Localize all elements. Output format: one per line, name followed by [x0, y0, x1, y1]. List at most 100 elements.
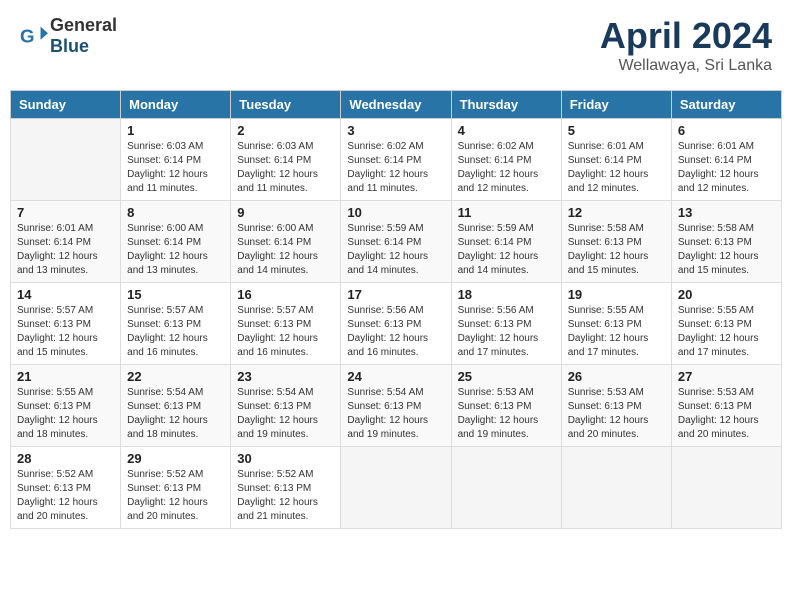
day-info: Sunrise: 6:01 AM Sunset: 6:14 PM Dayligh…: [17, 222, 114, 278]
logo: G General Blue: [20, 15, 117, 57]
calendar-cell: [11, 119, 121, 201]
day-info: Sunrise: 6:02 AM Sunset: 6:14 PM Dayligh…: [347, 140, 444, 196]
calendar-cell: 17Sunrise: 5:56 AM Sunset: 6:13 PM Dayli…: [341, 283, 451, 365]
day-number: 6: [678, 123, 775, 138]
day-number: 22: [127, 369, 224, 384]
calendar-header-thursday: Thursday: [451, 91, 561, 119]
calendar-week-2: 7 Sunrise: 6:01 AM Sunset: 6:14 PM Daylig…: [11, 201, 782, 283]
calendar-header-monday: Monday: [121, 91, 231, 119]
calendar-cell: 19 Sunrise: 5:55 AM Sunset: 6:13 PM Dayli…: [561, 283, 671, 365]
day-number: 27: [678, 369, 775, 384]
day-info: Sunrise: 5:56 AM Sunset: 6:13 PM Dayligh…: [347, 304, 444, 360]
day-info: Sunrise: 5:55 AM Sunset: 6:13 PM Dayligh…: [568, 304, 665, 360]
day-number: 24: [347, 369, 444, 384]
calendar-header-tuesday: Tuesday: [231, 91, 341, 119]
day-number: 1: [127, 123, 224, 138]
day-number: 10: [347, 205, 444, 220]
day-number: 18: [458, 287, 555, 302]
calendar-cell: 9 Sunrise: 6:00 AM Sunset: 6:14 PM Daylig…: [231, 201, 341, 283]
calendar-cell: 7 Sunrise: 6:01 AM Sunset: 6:14 PM Daylig…: [11, 201, 121, 283]
day-info: Sunrise: 6:03 AM Sunset: 6:14 PM Dayligh…: [127, 140, 224, 196]
day-number: 13: [678, 205, 775, 220]
day-info: Sunrise: 5:54 AM Sunset: 6:13 PM Dayligh…: [237, 386, 334, 442]
day-number: 30: [237, 451, 334, 466]
calendar-table: SundayMondayTuesdayWednesdayThursdayFrid…: [10, 90, 782, 529]
calendar-cell: 1 Sunrise: 6:03 AM Sunset: 6:14 PM Daylig…: [121, 119, 231, 201]
calendar-cell: 28 Sunrise: 5:52 AM Sunset: 6:13 PM Dayli…: [11, 447, 121, 529]
day-info: Sunrise: 5:59 AM Sunset: 6:14 PM Dayligh…: [347, 222, 444, 278]
calendar-cell: 20 Sunrise: 5:55 AM Sunset: 6:13 PM Dayli…: [671, 283, 781, 365]
day-info: Sunrise: 5:53 AM Sunset: 6:13 PM Dayligh…: [568, 386, 665, 442]
day-number: 21: [17, 369, 114, 384]
day-number: 26: [568, 369, 665, 384]
calendar-cell: 22Sunrise: 5:54 AM Sunset: 6:13 PM Dayli…: [121, 365, 231, 447]
calendar-week-4: 21 Sunrise: 5:55 AM Sunset: 6:13 PM Dayli…: [11, 365, 782, 447]
calendar-week-5: 28 Sunrise: 5:52 AM Sunset: 6:13 PM Dayli…: [11, 447, 782, 529]
day-number: 19: [568, 287, 665, 302]
day-number: 8: [127, 205, 224, 220]
day-info: Sunrise: 5:55 AM Sunset: 6:13 PM Dayligh…: [17, 386, 114, 442]
calendar-cell: 4 Sunrise: 6:02 AM Sunset: 6:14 PM Daylig…: [451, 119, 561, 201]
day-info: Sunrise: 5:53 AM Sunset: 6:13 PM Dayligh…: [458, 386, 555, 442]
day-info: Sunrise: 6:02 AM Sunset: 6:14 PM Dayligh…: [458, 140, 555, 196]
day-info: Sunrise: 5:52 AM Sunset: 6:13 PM Dayligh…: [237, 468, 334, 524]
calendar-cell: [671, 447, 781, 529]
day-number: 15: [127, 287, 224, 302]
day-info: Sunrise: 5:57 AM Sunset: 6:13 PM Dayligh…: [127, 304, 224, 360]
location-subtitle: Wellawaya, Sri Lanka: [600, 57, 772, 75]
day-info: Sunrise: 5:58 AM Sunset: 6:13 PM Dayligh…: [568, 222, 665, 278]
day-info: Sunrise: 6:00 AM Sunset: 6:14 PM Dayligh…: [127, 222, 224, 278]
calendar-cell: 18 Sunrise: 5:56 AM Sunset: 6:13 PM Dayli…: [451, 283, 561, 365]
calendar-cell: 21 Sunrise: 5:55 AM Sunset: 6:13 PM Dayli…: [11, 365, 121, 447]
day-info: Sunrise: 6:00 AM Sunset: 6:14 PM Dayligh…: [237, 222, 334, 278]
day-number: 3: [347, 123, 444, 138]
day-number: 29: [127, 451, 224, 466]
calendar-cell: 11Sunrise: 5:59 AM Sunset: 6:14 PM Dayli…: [451, 201, 561, 283]
page-header: G General Blue April 2024 Wellawaya, Sri…: [10, 10, 782, 80]
day-info: Sunrise: 5:57 AM Sunset: 6:13 PM Dayligh…: [237, 304, 334, 360]
calendar-cell: [561, 447, 671, 529]
day-info: Sunrise: 6:01 AM Sunset: 6:14 PM Dayligh…: [568, 140, 665, 196]
day-info: Sunrise: 5:56 AM Sunset: 6:13 PM Dayligh…: [458, 304, 555, 360]
calendar-cell: [451, 447, 561, 529]
calendar-header-row: SundayMondayTuesdayWednesdayThursdayFrid…: [11, 91, 782, 119]
day-info: Sunrise: 5:53 AM Sunset: 6:13 PM Dayligh…: [678, 386, 775, 442]
calendar-cell: 14 Sunrise: 5:57 AM Sunset: 6:13 PM Dayli…: [11, 283, 121, 365]
calendar-week-3: 14 Sunrise: 5:57 AM Sunset: 6:13 PM Dayli…: [11, 283, 782, 365]
logo-blue: Blue: [50, 36, 89, 56]
calendar-cell: 16 Sunrise: 5:57 AM Sunset: 6:13 PM Dayli…: [231, 283, 341, 365]
calendar-cell: 12 Sunrise: 5:58 AM Sunset: 6:13 PM Dayli…: [561, 201, 671, 283]
day-info: Sunrise: 5:55 AM Sunset: 6:13 PM Dayligh…: [678, 304, 775, 360]
calendar-cell: [341, 447, 451, 529]
day-info: Sunrise: 5:52 AM Sunset: 6:13 PM Dayligh…: [17, 468, 114, 524]
calendar-cell: 3 Sunrise: 6:02 AM Sunset: 6:14 PM Daylig…: [341, 119, 451, 201]
calendar-cell: 24 Sunrise: 5:54 AM Sunset: 6:13 PM Dayli…: [341, 365, 451, 447]
day-number: 16: [237, 287, 334, 302]
calendar-cell: 6Sunrise: 6:01 AM Sunset: 6:14 PM Daylig…: [671, 119, 781, 201]
logo-icon: G: [20, 22, 48, 50]
day-number: 9: [237, 205, 334, 220]
day-number: 7: [17, 205, 114, 220]
day-info: Sunrise: 6:03 AM Sunset: 6:14 PM Dayligh…: [237, 140, 334, 196]
calendar-cell: 8 Sunrise: 6:00 AM Sunset: 6:14 PM Daylig…: [121, 201, 231, 283]
day-info: Sunrise: 5:54 AM Sunset: 6:13 PM Dayligh…: [347, 386, 444, 442]
calendar-cell: 30 Sunrise: 5:52 AM Sunset: 6:13 PM Dayli…: [231, 447, 341, 529]
calendar-cell: 29 Sunrise: 5:52 AM Sunset: 6:13 PM Dayli…: [121, 447, 231, 529]
calendar-header-wednesday: Wednesday: [341, 91, 451, 119]
calendar-header-saturday: Saturday: [671, 91, 781, 119]
day-number: 20: [678, 287, 775, 302]
calendar-cell: 27 Sunrise: 5:53 AM Sunset: 6:13 PM Dayli…: [671, 365, 781, 447]
calendar-cell: 26 Sunrise: 5:53 AM Sunset: 6:13 PM Dayli…: [561, 365, 671, 447]
day-number: 23: [237, 369, 334, 384]
day-number: 28: [17, 451, 114, 466]
day-number: 5: [568, 123, 665, 138]
title-block: April 2024 Wellawaya, Sri Lanka: [600, 15, 772, 75]
day-info: Sunrise: 5:52 AM Sunset: 6:13 PM Dayligh…: [127, 468, 224, 524]
calendar-header-sunday: Sunday: [11, 91, 121, 119]
calendar-week-1: 1 Sunrise: 6:03 AM Sunset: 6:14 PM Daylig…: [11, 119, 782, 201]
day-number: 14: [17, 287, 114, 302]
day-number: 4: [458, 123, 555, 138]
svg-text:G: G: [20, 26, 35, 47]
day-number: 12: [568, 205, 665, 220]
day-info: Sunrise: 5:57 AM Sunset: 6:13 PM Dayligh…: [17, 304, 114, 360]
